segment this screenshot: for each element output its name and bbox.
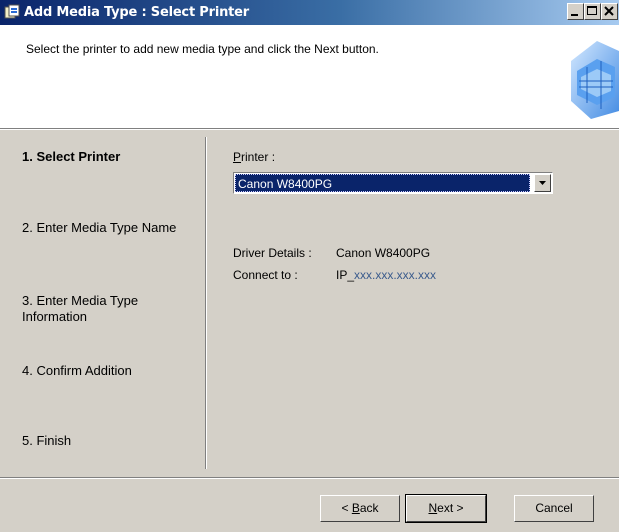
chevron-down-icon (539, 181, 546, 185)
maximize-icon (587, 6, 597, 15)
printer-label-mnemonic: P (233, 150, 242, 164)
footer-separator (0, 477, 619, 479)
printer-graphic-icon (557, 31, 619, 121)
driver-details-value: Canon W8400PG (336, 246, 431, 260)
cancel-button[interactable]: Cancel (514, 495, 594, 522)
add-media-type-window: Add Media Type : Select Printer Select t… (0, 0, 619, 532)
connect-to-value: IP_xxx.xxx.xxx.xxx (336, 268, 436, 282)
step-enter-media-type-name: 2. Enter Media Type Name (22, 220, 177, 235)
printer-dropdown-button[interactable] (534, 174, 551, 192)
printer-select-value: Canon W8400PG (235, 174, 530, 192)
next-button-mnemonic: N (428, 501, 438, 515)
app-icon (4, 4, 20, 19)
steps-divider (205, 137, 207, 469)
connect-address: xxx.xxx.xxx.xxx (354, 268, 437, 282)
back-button-mnemonic: B (351, 501, 360, 515)
maximize-button[interactable] (584, 3, 601, 20)
step-confirm-addition: 4. Confirm Addition (22, 363, 132, 378)
step-enter-media-type-information: 3. Enter Media Type Information (22, 293, 192, 325)
back-button-arrow: < (341, 501, 352, 515)
title-bar[interactable]: Add Media Type : Select Printer (0, 0, 619, 25)
connect-prefix: IP_ (336, 268, 355, 282)
printer-select[interactable]: Canon W8400PG (233, 172, 553, 194)
next-button-text: ext > (437, 501, 464, 515)
header-separator (0, 128, 619, 130)
step-3-label: 3. Enter Media Type Information (22, 293, 139, 324)
back-button[interactable]: < Back (320, 495, 400, 522)
header-instruction: Select the printer to add new media type… (26, 42, 379, 56)
close-icon (604, 6, 614, 16)
window-title: Add Media Type : Select Printer (24, 5, 249, 20)
driver-details-label: Driver Details : (233, 246, 312, 260)
step-finish: 5. Finish (22, 433, 72, 448)
close-button[interactable] (601, 3, 618, 20)
minimize-button[interactable] (567, 3, 584, 20)
step-select-printer: 1. Select Printer (22, 149, 121, 164)
minimize-icon (571, 14, 578, 16)
wizard-header: Select the printer to add new media type… (0, 25, 619, 128)
back-button-text: ack (359, 501, 379, 515)
connect-to-label: Connect to : (233, 268, 298, 282)
next-button[interactable]: Next > (405, 494, 487, 523)
printer-label-text: rinter : (241, 150, 276, 164)
printer-label: Printer : (233, 150, 275, 164)
